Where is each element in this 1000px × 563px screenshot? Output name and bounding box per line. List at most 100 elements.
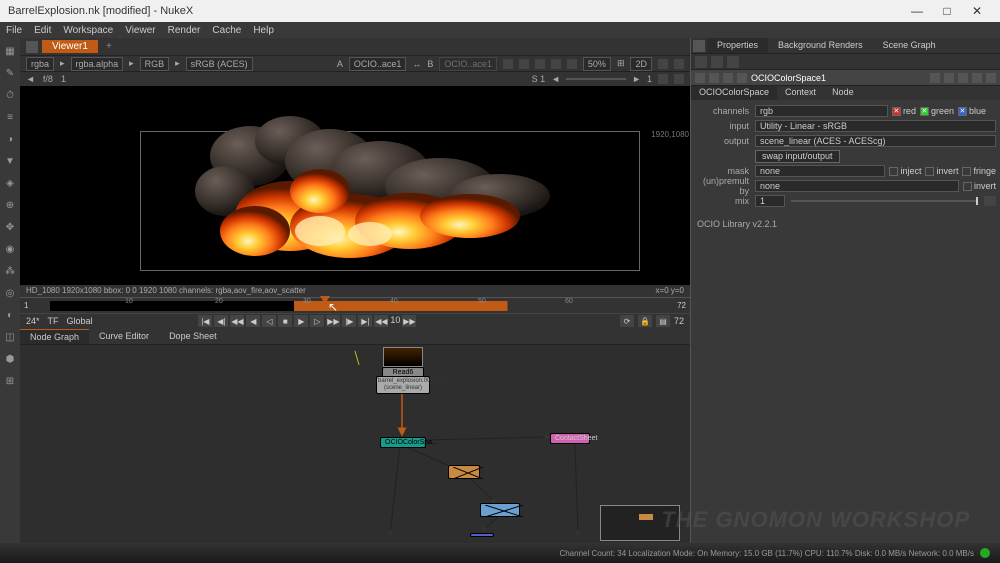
input-field[interactable]: Utility - Linear - sRGB xyxy=(755,120,996,132)
viewer-clip-icon[interactable] xyxy=(658,74,668,84)
tool-transform-icon[interactable]: ✥ xyxy=(3,220,17,234)
node-ocio[interactable]: OCIOColorSpa... xyxy=(380,437,426,448)
viewer-gain[interactable]: 1 xyxy=(61,74,66,84)
viewer-tab[interactable]: Viewer1 xyxy=(42,40,98,53)
tool-time-icon[interactable]: ⏱ xyxy=(3,88,17,102)
output-field[interactable]: scene_linear (ACES - ACEScg) xyxy=(755,135,996,147)
tab-bg-renders[interactable]: Background Renders xyxy=(768,38,873,53)
viewer-refresh-icon[interactable] xyxy=(567,59,577,69)
tool-channels-icon[interactable]: ≡ xyxy=(3,110,17,124)
prop-pin-icon[interactable] xyxy=(695,73,705,83)
menu-edit[interactable]: Edit xyxy=(34,25,51,36)
mix-anim-icon[interactable] xyxy=(984,196,996,206)
viewer-gamma[interactable]: 1 xyxy=(647,74,652,84)
prop-enable-icon[interactable] xyxy=(737,73,747,83)
viewer-input-b[interactable]: OCIO..ace1 xyxy=(439,57,497,71)
tool-filter-icon[interactable]: ▼ xyxy=(3,154,17,168)
prop-undo-icon[interactable] xyxy=(930,73,940,83)
mix-value[interactable]: 1 xyxy=(755,195,785,207)
tool-particles-icon[interactable]: ⁂ xyxy=(3,264,17,278)
playback-step-fwd-icon[interactable]: ▶▶ xyxy=(326,315,340,327)
playback-fps[interactable]: 24* xyxy=(26,316,40,326)
chk-fringe[interactable] xyxy=(962,167,971,176)
tool-furnace-icon[interactable]: ⊞ xyxy=(3,374,17,388)
playback-tf[interactable]: TF xyxy=(48,316,59,326)
panel-menu-icon[interactable] xyxy=(693,40,705,52)
chk-blue[interactable]: ✕ xyxy=(958,107,967,116)
tool-image-icon[interactable]: ▦ xyxy=(3,44,17,58)
viewer-wipe-icon[interactable] xyxy=(674,74,684,84)
playback-first-icon[interactable]: |◀ xyxy=(198,315,212,327)
playback-prev-key-icon[interactable]: ◀| xyxy=(214,315,228,327)
node-contact-sheet[interactable]: ContactSheet xyxy=(550,433,590,444)
prop-redo-icon[interactable] xyxy=(944,73,954,83)
window-close[interactable]: ✕ xyxy=(962,4,992,18)
prop-clear-icon[interactable] xyxy=(727,56,739,68)
premult-field[interactable]: none xyxy=(755,180,959,192)
menu-file[interactable]: File xyxy=(6,25,22,36)
channels-field[interactable]: rgb xyxy=(755,105,888,117)
playback-end-frame[interactable]: 72 xyxy=(674,316,684,326)
prop-lock-icon[interactable] xyxy=(695,56,707,68)
tool-other-icon[interactable]: ⬢ xyxy=(3,352,17,366)
prop-help-icon[interactable] xyxy=(972,73,982,83)
tab-node-graph[interactable]: Node Graph xyxy=(20,329,89,344)
prop-revert-icon[interactable] xyxy=(958,73,968,83)
node-graph[interactable]: Read6 barrel_explosion.00##.exr (scene_l… xyxy=(20,345,690,544)
window-minimize[interactable]: — xyxy=(902,4,932,18)
playback-lock-icon[interactable]: 🔒 xyxy=(638,315,652,327)
tool-metadata-icon[interactable]: ◫ xyxy=(3,330,17,344)
tool-keyer-icon[interactable]: ◈ xyxy=(3,176,17,190)
playback-last-icon[interactable]: ▶| xyxy=(358,315,372,327)
chk-inject[interactable] xyxy=(889,167,898,176)
node-read-thumbnail[interactable] xyxy=(383,347,423,367)
node-small[interactable] xyxy=(639,514,653,520)
viewer-2d-mode[interactable]: 2D xyxy=(630,57,652,71)
prop-close-icon[interactable] xyxy=(986,73,996,83)
node-name[interactable]: OCIOColorSpace1 xyxy=(751,73,926,83)
viewer-fstop[interactable]: f/8 xyxy=(43,74,53,84)
tab-properties[interactable]: Properties xyxy=(707,38,768,53)
viewer-channel-a[interactable]: rgba xyxy=(26,57,54,71)
tab-scene-graph[interactable]: Scene Graph xyxy=(873,38,946,53)
playback-play-back-icon[interactable]: ◀ xyxy=(246,315,260,327)
playback-frame-back-icon[interactable]: ◁ xyxy=(262,315,276,327)
menu-cache[interactable]: Cache xyxy=(212,25,241,36)
prop-focus-icon[interactable] xyxy=(723,73,733,83)
viewer-roi-icon[interactable] xyxy=(519,59,529,69)
chk-green[interactable]: ✕ xyxy=(920,107,929,116)
viewer-slot[interactable]: S 1 xyxy=(532,74,546,84)
viewer-menu-icon[interactable] xyxy=(26,41,38,53)
prop-center-icon[interactable] xyxy=(709,73,719,83)
subtab-context[interactable]: Context xyxy=(777,86,824,100)
playback-frame-fwd-icon[interactable]: ▷ xyxy=(310,315,324,327)
viewer-canvas[interactable]: 1920,1080 xyxy=(20,86,690,285)
viewer-proxy-icon[interactable] xyxy=(535,59,545,69)
playback-loop-icon[interactable]: ⟳ xyxy=(620,315,634,327)
tool-color-icon[interactable]: ◑ xyxy=(3,132,17,146)
tool-3d-icon[interactable]: ◉ xyxy=(3,242,17,256)
subtab-node[interactable]: Node xyxy=(824,86,862,100)
playback-stop-icon[interactable]: ■ xyxy=(278,315,292,327)
viewer-add-tab[interactable]: + xyxy=(106,41,112,52)
menu-render[interactable]: Render xyxy=(168,25,201,36)
viewer-channel-b[interactable]: rgba.alpha xyxy=(71,57,124,71)
mix-slider[interactable] xyxy=(791,200,978,202)
viewer-lock-icon[interactable] xyxy=(503,59,513,69)
viewer-gamma-slider[interactable] xyxy=(566,78,626,80)
window-maximize[interactable]: □ xyxy=(932,4,962,18)
playback-step-back-icon[interactable]: ◀◀ xyxy=(230,315,244,327)
viewer-zoom[interactable]: 50% xyxy=(583,57,611,71)
playback-next-key-icon[interactable]: |▶ xyxy=(342,315,356,327)
viewer-colorspace[interactable]: sRGB (ACES) xyxy=(186,57,253,71)
tool-deep-icon[interactable]: ◎ xyxy=(3,286,17,300)
menu-workspace[interactable]: Workspace xyxy=(63,25,113,36)
node-blur[interactable] xyxy=(480,503,520,517)
playback-flipbook-icon[interactable]: ▤ xyxy=(656,315,670,327)
playback-play-icon[interactable]: ▶ xyxy=(294,315,308,327)
menu-viewer[interactable]: Viewer xyxy=(125,25,155,36)
viewer-layer[interactable]: RGB xyxy=(140,57,170,71)
playback-skip-fwd-icon[interactable]: ▶▶ xyxy=(402,315,416,327)
tool-draw-icon[interactable]: ✎ xyxy=(3,66,17,80)
swap-button[interactable]: swap input/output xyxy=(755,150,840,163)
